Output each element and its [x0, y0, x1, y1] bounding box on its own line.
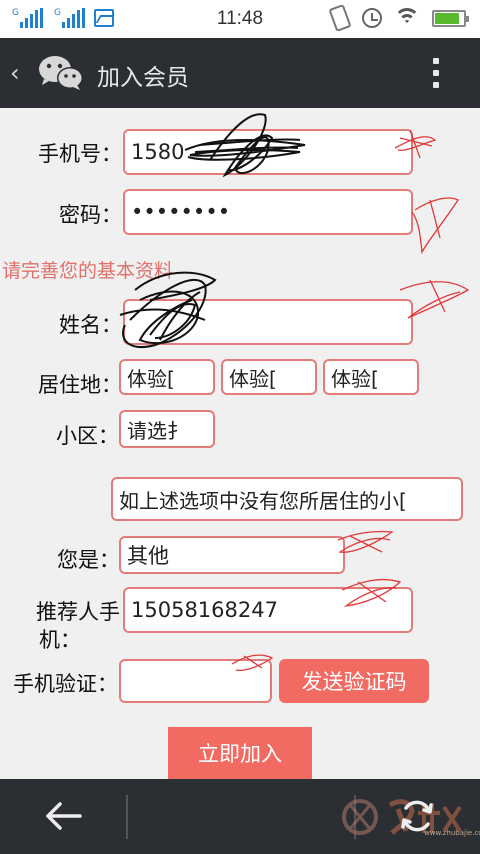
title-bar: ‹ 加入会员 — [0, 38, 480, 108]
password-input[interactable]: •••••••• — [123, 189, 413, 235]
password-label: 密码： — [59, 203, 122, 227]
signal-icon: G — [54, 8, 86, 28]
referrer-phone-value: 15058168247 — [131, 598, 278, 622]
residence-district-select[interactable]: 体验[ — [323, 359, 419, 395]
back-arrow-icon[interactable] — [44, 799, 84, 833]
nav-divider — [126, 795, 128, 839]
verify-label: 手机验证： — [13, 672, 118, 696]
other-community-value: 如上述选项中没有您所居住的小[ — [119, 488, 407, 513]
clock: 11:48 — [216, 8, 264, 29]
community-value: 请选扌 — [127, 418, 187, 443]
carrier-label: G — [12, 8, 19, 18]
referrer-label-line2: 机： — [39, 628, 81, 652]
join-now-button[interactable]: 立即加入 — [168, 727, 312, 779]
signal-icon: G — [12, 8, 44, 28]
battery-icon — [432, 10, 469, 27]
name-label: 姓名： — [59, 313, 122, 337]
residence-province-select[interactable]: 体验[ — [119, 359, 215, 395]
residence-city-select[interactable]: 体验[ — [221, 359, 317, 395]
alarm-icon — [362, 8, 382, 28]
phone-input[interactable]: 1580 — [123, 129, 413, 175]
back-chevron-icon[interactable]: ‹ — [10, 59, 20, 87]
image-notification-icon — [94, 9, 114, 27]
profile-notice: 请完善您的基本资料 — [2, 260, 174, 282]
watermark-text: www.zhubajie.com — [424, 829, 480, 837]
wifi-icon — [394, 6, 420, 28]
vibrate-icon — [328, 3, 352, 33]
more-menu-icon[interactable] — [430, 58, 442, 90]
verification-code-input[interactable] — [119, 659, 272, 703]
other-community-input[interactable]: 如上述选项中没有您所居住的小[ — [111, 477, 463, 521]
referrer-phone-input[interactable]: 15058168247 — [123, 587, 413, 633]
identity-value: 其他 — [127, 544, 169, 568]
password-value: •••••••• — [131, 200, 231, 224]
identity-select[interactable]: 其他 — [119, 536, 345, 574]
carrier-label: G — [54, 8, 61, 18]
page-title: 加入会员 — [97, 65, 189, 91]
residence-province-value: 体验[ — [127, 366, 175, 391]
identity-label: 您是： — [57, 548, 120, 572]
referrer-label-line1: 推荐人手 — [36, 600, 120, 624]
phone-label: 手机号： — [38, 142, 122, 166]
phone-value: 1580 — [131, 140, 185, 164]
bottom-nav-bar: www.zhubajie.com — [0, 779, 480, 854]
community-select[interactable]: 请选扌 — [119, 410, 215, 448]
status-bar: G G 11:48 — [0, 0, 480, 38]
name-input[interactable] — [123, 299, 413, 345]
wechat-icon — [39, 56, 83, 90]
residence-city-value: 体验[ — [229, 366, 277, 391]
residence-district-value: 体验[ — [331, 366, 379, 391]
residence-label: 居住地： — [38, 373, 122, 397]
community-label: 小区： — [56, 424, 119, 448]
send-code-button[interactable]: 发送验证码 — [279, 659, 429, 703]
